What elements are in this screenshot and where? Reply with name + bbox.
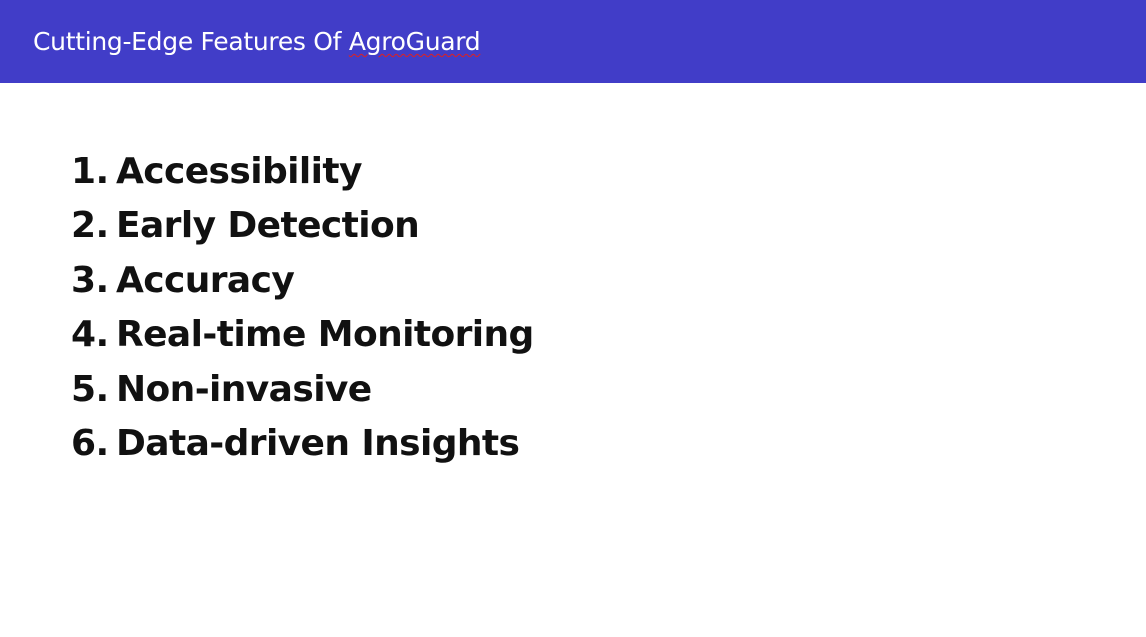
feature-label: Accessibility [116, 151, 362, 192]
feature-label: Real-time Monitoring [116, 314, 534, 356]
feature-number: 6. [71, 422, 109, 464]
feature-item-accessibility: 1. Accessibility [71, 147, 534, 201]
feature-list[interactable]: 1. Accessibility 2. Early Detection 3. Accu… [71, 147, 534, 473]
feature-item-accuracy: 3. Accuracy [71, 256, 534, 310]
feature-number: 1. [71, 151, 109, 192]
feature-item-data-driven-insights: 6. Data-driven Insights [71, 419, 534, 473]
slide-title-prefix: Cutting-Edge Features Of [33, 27, 349, 56]
feature-label: Accuracy [116, 259, 295, 301]
slide: Cutting-Edge Features Of AgroGuard 1. Acc… [0, 0, 1146, 637]
slide-title[interactable]: Cutting-Edge Features Of AgroGuard [33, 26, 481, 58]
feature-number: 3. [71, 259, 109, 301]
feature-item-real-time-monitoring: 4. Real-time Monitoring [71, 310, 534, 364]
title-bar: Cutting-Edge Features Of AgroGuard [0, 0, 1146, 83]
feature-label: Non-invasive [116, 368, 372, 410]
feature-label: Data-driven Insights [116, 422, 520, 464]
feature-number: 4. [71, 314, 109, 356]
feature-number: 2. [71, 205, 109, 247]
feature-label: Early Detection [116, 205, 420, 247]
feature-item-early-detection: 2. Early Detection [71, 201, 534, 255]
feature-item-non-invasive: 5. Non-invasive [71, 365, 534, 419]
slide-title-brand: AgroGuard [348, 27, 481, 56]
feature-number: 5. [71, 368, 109, 410]
